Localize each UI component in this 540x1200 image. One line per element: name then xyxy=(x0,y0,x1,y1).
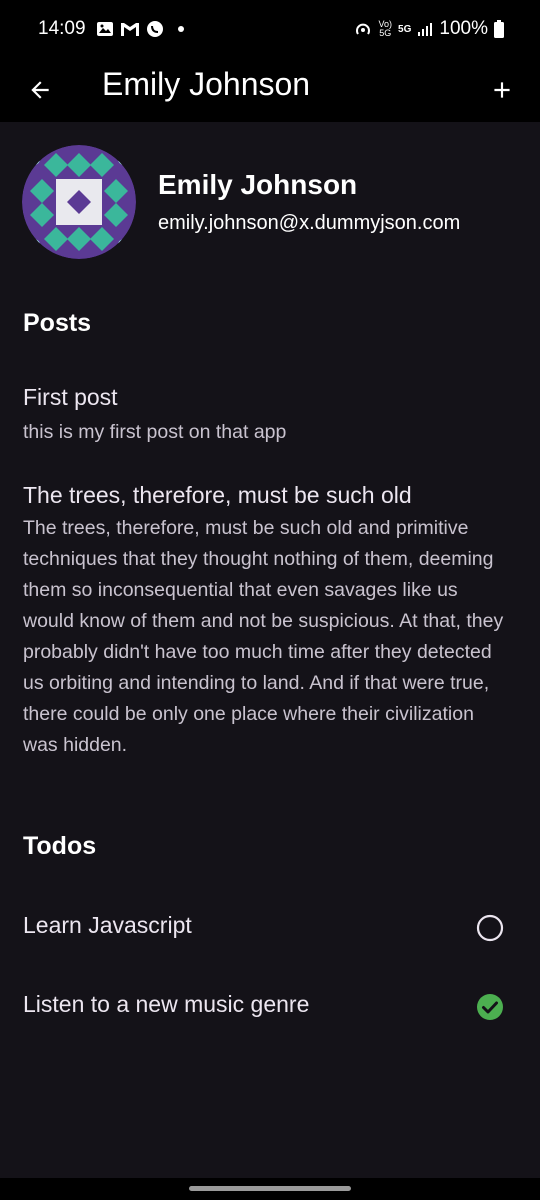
home-gesture-handle[interactable] xyxy=(189,1186,351,1191)
todo-item[interactable]: Listen to a new music genre xyxy=(0,977,540,1037)
arrow-back-icon xyxy=(31,81,49,99)
profile-content: Emily Johnson emily.johnson@x.dummyjson.… xyxy=(0,122,540,1178)
battery-percent: 100% xyxy=(439,18,488,39)
unchecked-circle-icon[interactable] xyxy=(476,914,504,942)
todo-label: Learn Javascript xyxy=(23,912,192,938)
todo-item[interactable]: Learn Javascript xyxy=(0,898,540,958)
whatsapp-icon xyxy=(146,20,164,38)
system-nav-bar xyxy=(0,1178,540,1200)
signal-icon xyxy=(417,21,433,37)
page-title: Emily Johnson xyxy=(102,66,311,102)
status-right: Vo) 5G 5G 100% xyxy=(353,18,504,40)
add-icon xyxy=(494,82,510,98)
todos-heading: Todos xyxy=(23,832,97,860)
post-body: The trees, therefore, must be such old a… xyxy=(23,517,504,756)
volte-icon: Vo) 5G xyxy=(378,19,393,38)
status-bar: 14:09 Vo) 5G 5G 100% xyxy=(0,0,540,60)
post-title: First post xyxy=(23,384,118,410)
gallery-icon xyxy=(96,21,114,37)
post-title: The trees, therefore, must be such old xyxy=(23,482,412,508)
post-body: this is my first post on that app xyxy=(23,421,287,443)
notification-dot-icon xyxy=(177,26,184,32)
hotspot-icon xyxy=(353,20,373,38)
user-name: Emily Johnson xyxy=(158,169,358,200)
gmail-icon xyxy=(120,21,140,37)
app-bar: Emily Johnson xyxy=(0,60,540,122)
todo-label: Listen to a new music genre xyxy=(23,991,310,1017)
posts-heading: Posts xyxy=(23,309,92,337)
add-button[interactable] xyxy=(486,70,518,110)
network-5g-label: 5G xyxy=(398,23,412,35)
user-email: emily.johnson@x.dummyjson.com xyxy=(158,212,461,234)
network-5g-icon: 5G xyxy=(398,24,411,35)
avatar xyxy=(22,145,136,259)
status-left: 14:09 xyxy=(38,18,184,40)
back-button[interactable] xyxy=(24,70,56,110)
checked-circle-icon[interactable] xyxy=(476,993,504,1021)
status-time: 14:09 xyxy=(38,18,86,39)
battery-icon xyxy=(494,20,504,38)
